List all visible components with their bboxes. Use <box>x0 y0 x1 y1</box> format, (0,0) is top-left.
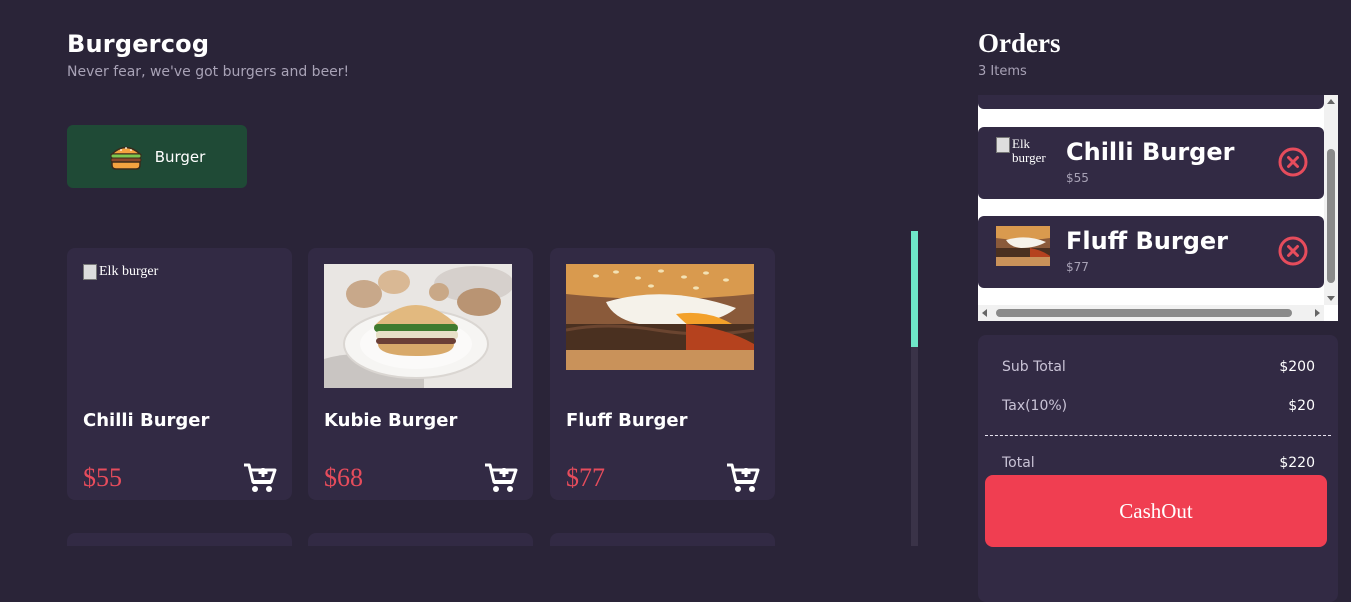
scroll-down-arrow-icon[interactable] <box>1327 296 1335 301</box>
orders-list[interactable]: Elk burger Chilli Burger $55 Fluff Burge… <box>978 95 1338 321</box>
menu-card-partial <box>308 533 533 546</box>
order-item: Elk burger Chilli Burger $55 <box>978 127 1324 199</box>
scroll-right-arrow-icon[interactable] <box>1315 309 1320 317</box>
tax-label: Tax(10%) <box>1002 398 1068 414</box>
remove-item-icon[interactable] <box>1278 236 1308 266</box>
menu-card-partial <box>67 533 292 546</box>
total-row: Total $220 <box>1002 455 1315 471</box>
order-item-image-broken: Elk burger <box>996 137 1050 177</box>
app-tagline: Never fear, we've got burgers and beer! <box>67 64 350 80</box>
category-burger-button[interactable]: Burger <box>67 125 247 188</box>
menu-item-price: $55 <box>83 463 122 492</box>
order-item-price: $77 <box>1066 260 1089 274</box>
tax-value: $20 <box>1288 398 1315 414</box>
menu-item-image-broken: Elk burger <box>83 264 271 388</box>
subtotal-label: Sub Total <box>1002 359 1066 375</box>
broken-image-icon <box>83 264 97 280</box>
orders-vertical-scroll-thumb[interactable] <box>1327 149 1335 283</box>
menu-item-name: Fluff Burger <box>566 410 688 431</box>
orders-horizontal-scroll-thumb[interactable] <box>996 309 1292 317</box>
order-item-image <box>996 226 1050 266</box>
menu-card: Kubie Burger $68 <box>308 248 533 500</box>
menu-item-image <box>324 264 512 388</box>
menu-item-price: $77 <box>566 463 605 492</box>
orders-title: Orders <box>978 28 1061 58</box>
add-to-cart-icon[interactable] <box>726 462 760 494</box>
order-summary: Sub Total $200 Tax(10%) $20 Total $220 C… <box>978 335 1338 602</box>
orders-horizontal-scrollbar[interactable] <box>978 305 1324 321</box>
menu-card: Fluff Burger $77 <box>550 248 775 500</box>
order-item-partial <box>978 95 1324 109</box>
scroll-up-arrow-icon[interactable] <box>1327 99 1335 104</box>
burger-icon <box>109 146 142 170</box>
menu-item-price: $68 <box>324 463 363 492</box>
orders-count: 3 Items <box>978 64 1027 79</box>
total-value: $220 <box>1279 455 1315 471</box>
image-alt-text: Elk burger <box>99 264 159 279</box>
total-label: Total <box>1002 455 1035 471</box>
tax-row: Tax(10%) $20 <box>1002 398 1315 414</box>
menu-card-partial <box>550 533 775 546</box>
remove-item-icon[interactable] <box>1278 147 1308 177</box>
menu-item-image <box>566 264 754 370</box>
menu-card: Elk burger Chilli Burger $55 <box>67 248 292 500</box>
cashout-button[interactable]: CashOut <box>985 475 1327 547</box>
order-item: Fluff Burger $77 <box>978 216 1324 288</box>
orders-vertical-scrollbar[interactable] <box>1324 95 1338 305</box>
add-to-cart-icon[interactable] <box>243 462 277 494</box>
summary-divider <box>985 435 1331 436</box>
subtotal-row: Sub Total $200 <box>1002 359 1315 375</box>
scroll-left-arrow-icon[interactable] <box>982 309 987 317</box>
broken-image-icon <box>996 137 1010 153</box>
menu-item-name: Chilli Burger <box>83 410 210 431</box>
category-label: Burger <box>154 147 206 166</box>
order-item-price: $55 <box>1066 171 1089 185</box>
order-item-name: Chilli Burger <box>1066 138 1235 166</box>
image-alt-text: Elk burger <box>1012 136 1046 165</box>
order-item-name: Fluff Burger <box>1066 227 1229 255</box>
add-to-cart-icon[interactable] <box>484 462 518 494</box>
app-title: Burgercog <box>67 30 210 58</box>
subtotal-value: $200 <box>1279 359 1315 375</box>
menu-scrollbar-thumb[interactable] <box>911 231 918 347</box>
menu-item-name: Kubie Burger <box>324 410 458 431</box>
